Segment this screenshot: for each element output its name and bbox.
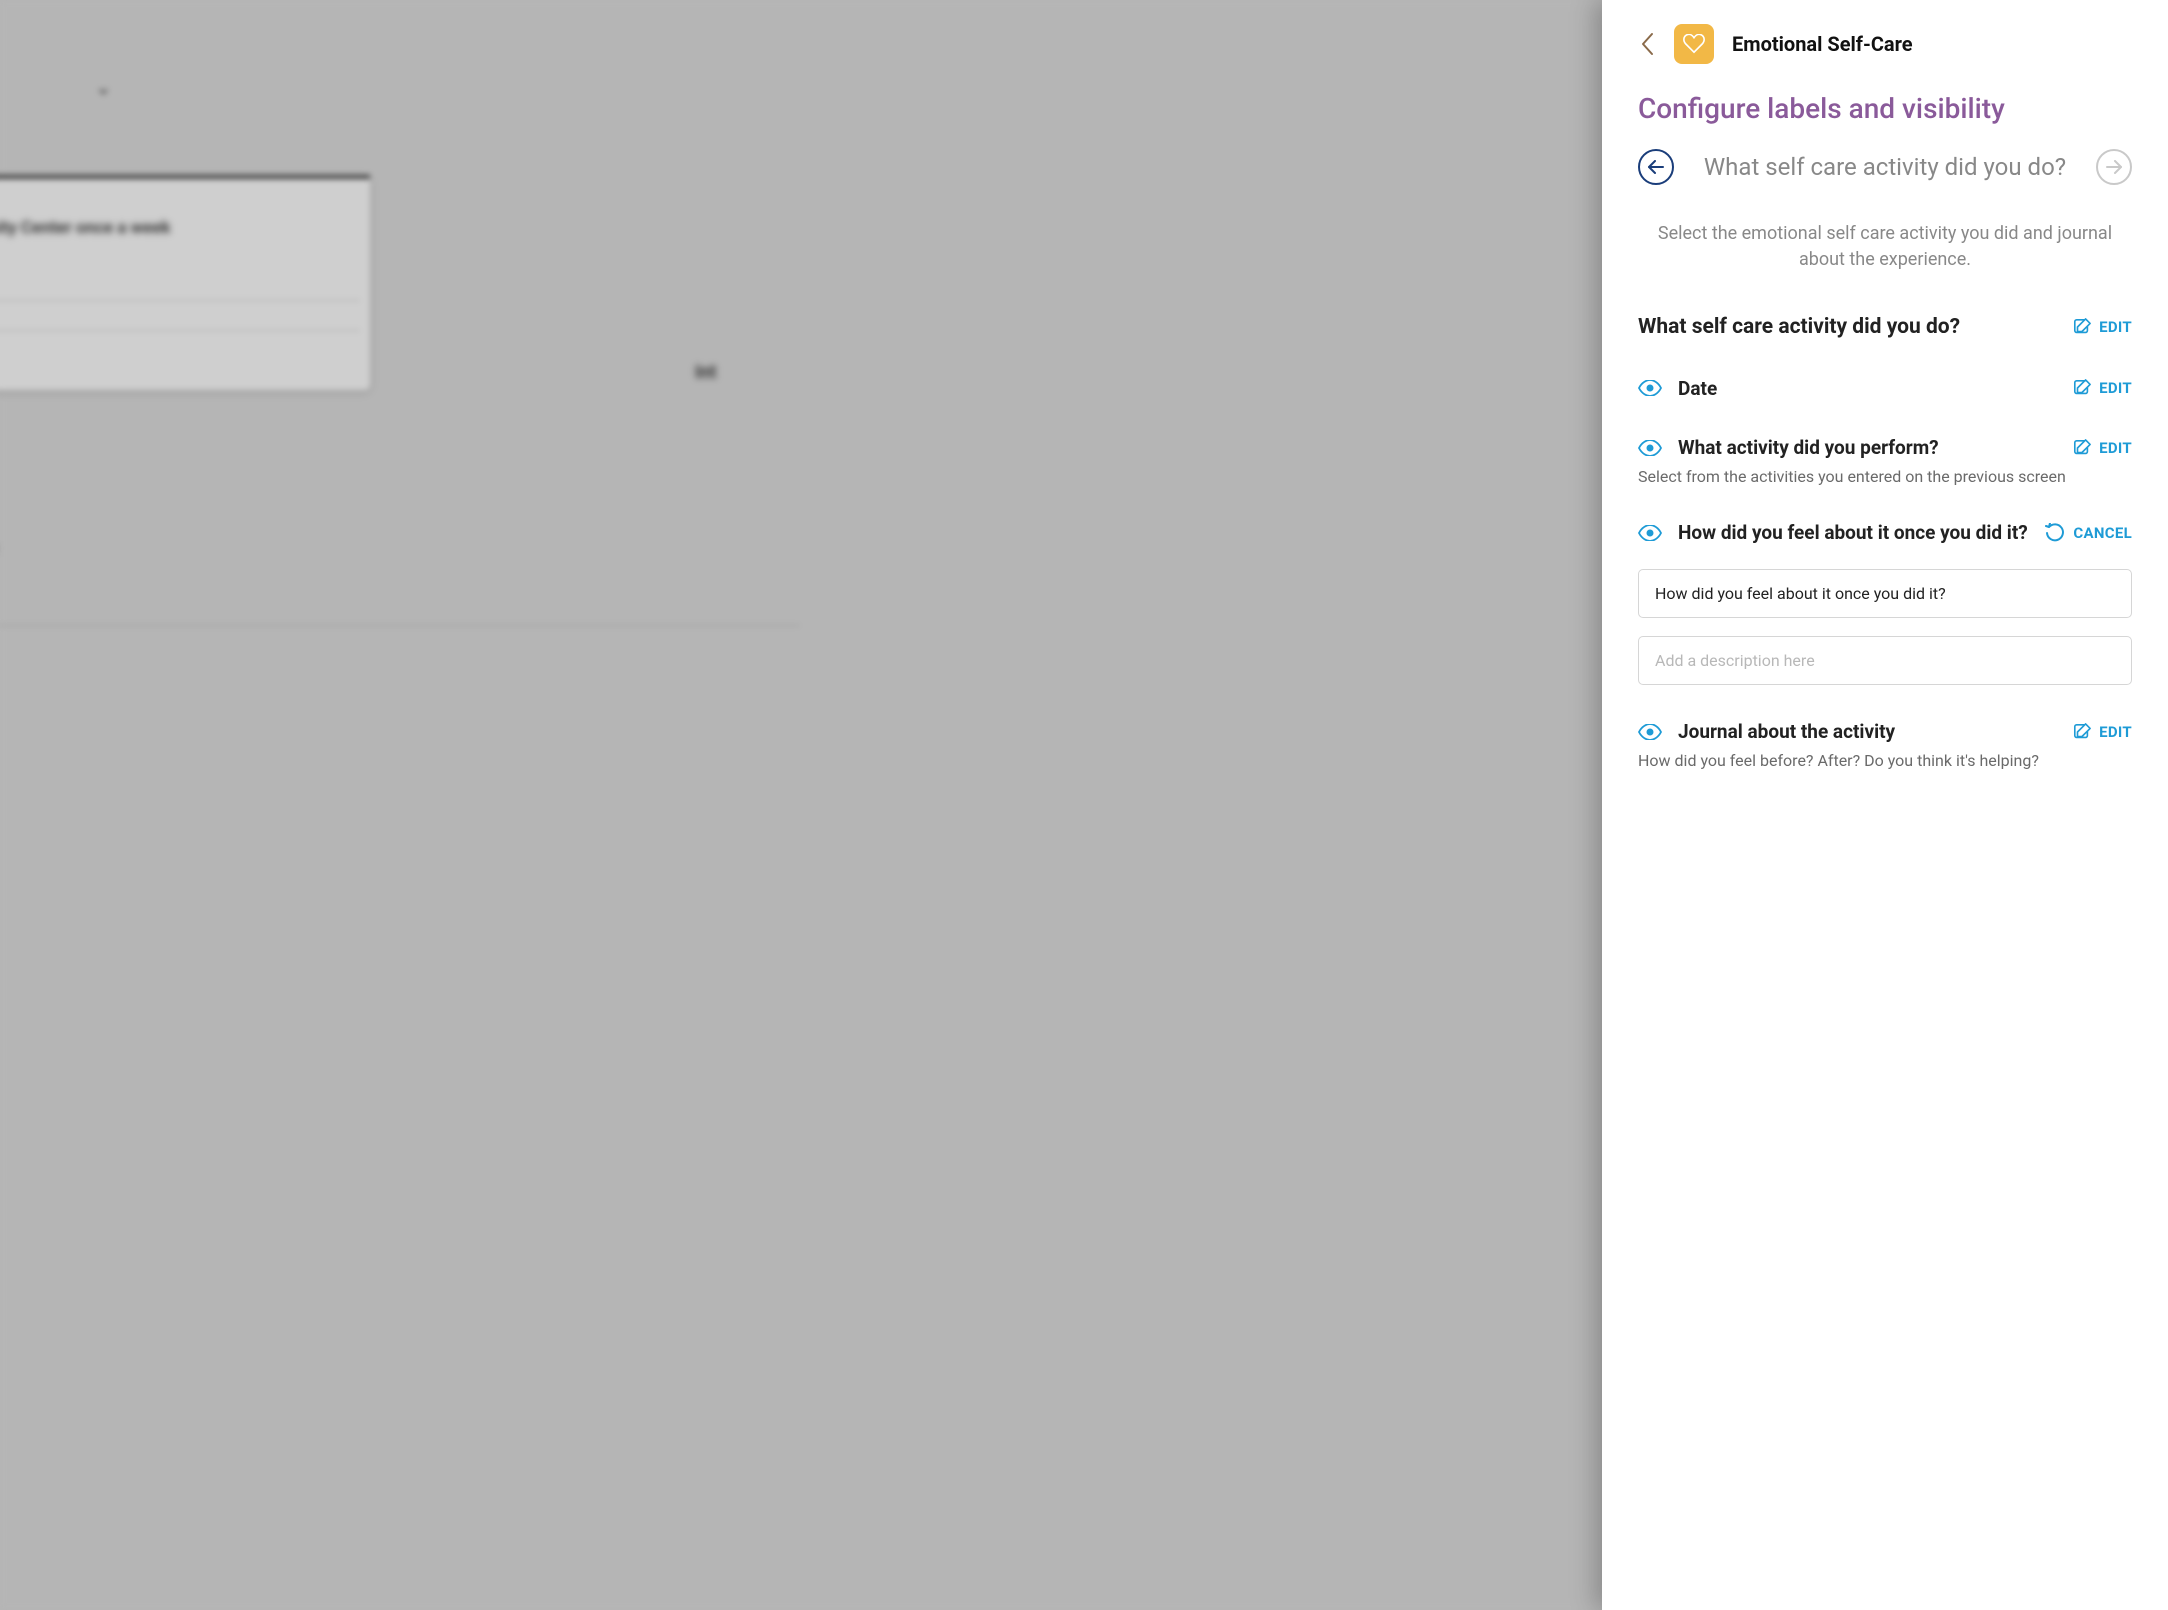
field-block-date: Date EDIT [1638,376,2132,402]
undo-icon [2045,523,2065,543]
next-question-button[interactable] [2096,149,2132,185]
field-block-journal: Journal about the activity EDIT How did … [1638,719,2132,770]
edit-button-date[interactable]: EDIT [2073,379,2132,397]
cancel-button-feel[interactable]: CANCEL [2045,523,2132,543]
field-desc-journal: How did you feel before? After? Do you t… [1638,751,2132,770]
visibility-toggle-activity[interactable] [1638,440,1662,456]
panel-title: Emotional Self-Care [1732,32,1913,56]
back-button[interactable] [1638,29,1656,59]
visibility-toggle-date[interactable] [1638,380,1662,396]
side-panel: Emotional Self-Care Configure labels and… [1602,0,2168,1610]
section-heading: Configure labels and visibility [1638,92,2132,125]
arrow-right-icon [2105,160,2123,174]
field-label-date: Date [1678,376,1717,402]
bg-divider [0,625,800,626]
field-block-feel: How did you feel about it once you did i… [1638,520,2132,686]
visibility-toggle-journal[interactable] [1638,724,1662,740]
feel-label-input[interactable] [1638,569,2132,618]
edit-label: EDIT [2099,439,2132,457]
edit-icon [2073,318,2091,336]
bg-card [0,175,370,390]
arrow-left-icon [1647,160,1665,174]
edit-icon [2073,723,2091,741]
edit-icon [2073,379,2091,397]
field-label-main: What self care activity did you do? [1638,313,1960,341]
edit-button-activity[interactable]: EDIT [2073,439,2132,457]
field-label-activity: What activity did you perform? [1678,435,1939,461]
feel-description-input[interactable] [1638,636,2132,685]
field-block-main: What self care activity did you do? EDIT [1638,313,2132,341]
edit-button-main[interactable]: EDIT [2073,318,2132,336]
prev-question-button[interactable] [1638,149,1674,185]
eye-icon [1638,440,1662,456]
bg-text-fragment: Int [695,362,716,383]
eye-icon [1638,525,1662,541]
app-icon [1674,24,1714,64]
panel-header: Emotional Self-Care [1638,24,2132,64]
question-nav-title: What self care activity did you do? [1674,153,2096,181]
field-block-activity: What activity did you perform? EDIT Sele… [1638,435,2132,486]
field-desc-activity: Select from the activities you entered o… [1638,467,2132,486]
bg-divider [0,300,360,301]
visibility-toggle-feel[interactable] [1638,525,1662,541]
question-nav: What self care activity did you do? [1638,149,2132,185]
cancel-label: CANCEL [2073,524,2132,542]
heart-icon [1683,34,1705,54]
edit-icon [2073,439,2091,457]
bg-caret-icon: ⌄ [95,75,112,99]
field-label-journal: Journal about the activity [1678,719,1895,745]
edit-label: EDIT [2099,318,2132,336]
helper-text: Select the emotional self care activity … [1638,221,2132,273]
bg-card-text: ommunity Center once a week [0,218,170,238]
bg-divider [0,330,360,331]
eye-icon [1638,380,1662,396]
edit-button-journal[interactable]: EDIT [2073,723,2132,741]
field-label-feel: How did you feel about it once you did i… [1678,520,2028,546]
edit-label: EDIT [2099,379,2132,397]
chevron-left-icon [1640,32,1654,56]
eye-icon [1638,724,1662,740]
edit-label: EDIT [2099,723,2132,741]
